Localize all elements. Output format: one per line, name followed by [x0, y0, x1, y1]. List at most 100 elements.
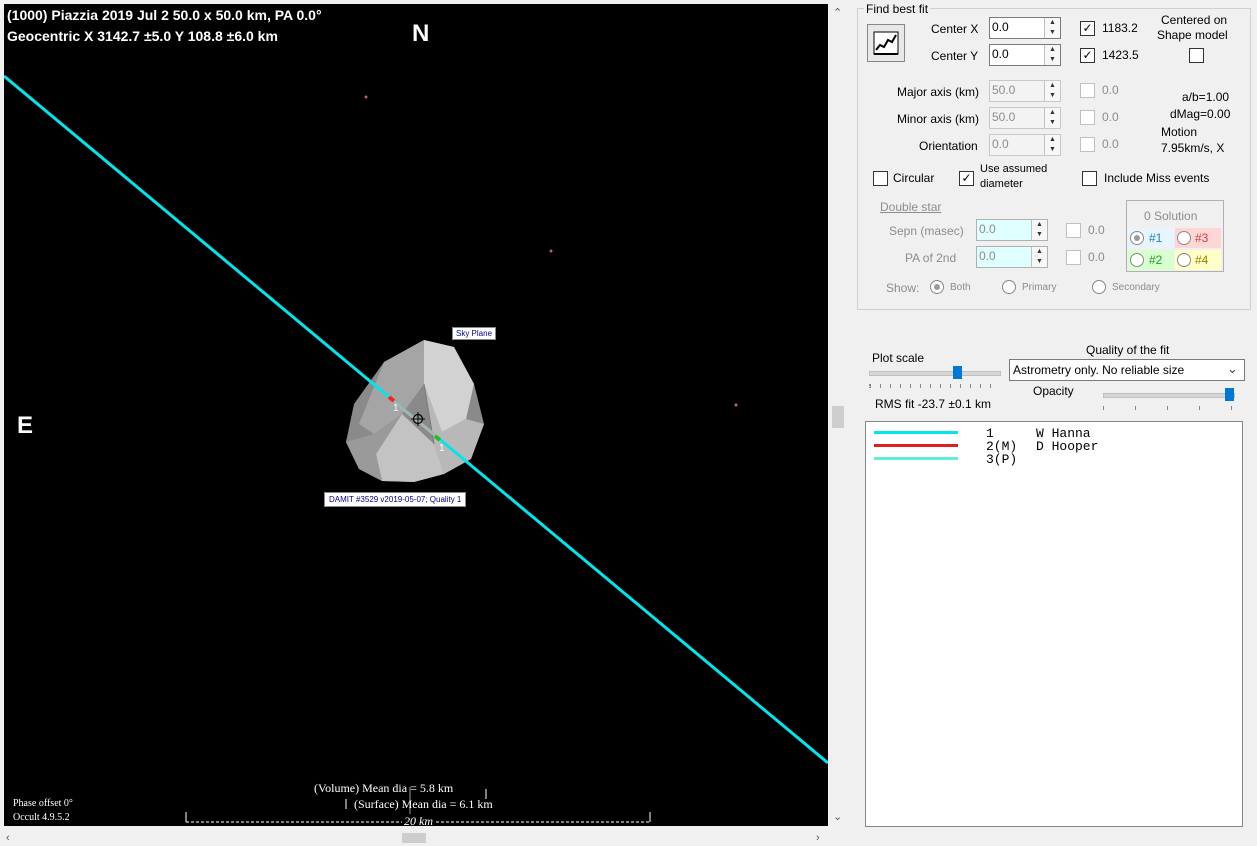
- chord-number-label: 1: [439, 443, 445, 454]
- orientation-label: Orientation: [919, 139, 978, 153]
- quality-fit-value: Astrometry only. No reliable size: [1013, 363, 1185, 377]
- damit-model-label: DAMIT #3529 v2019-05-07; Quality 1: [324, 492, 467, 507]
- show-primary-label: Primary: [1022, 282, 1057, 293]
- plot-vertical-scrollbar[interactable]: ⌃ ⌄: [828, 4, 848, 826]
- scale-bar-label: 20 km: [402, 814, 435, 826]
- sepn-checkbox[interactable]: [1066, 223, 1081, 238]
- solution-3-cell[interactable]: #3: [1175, 228, 1221, 248]
- use-assumed-diameter-checkbox[interactable]: ✓: [959, 171, 974, 186]
- solution-2-cell[interactable]: #2: [1128, 250, 1174, 270]
- quality-fit-dropdown[interactable]: Astrometry only. No reliable size ⌄: [1009, 359, 1245, 381]
- scroll-up-icon[interactable]: ⌃: [833, 6, 842, 20]
- rms-fit: RMS fit -23.7 ±0.1 km: [875, 397, 991, 411]
- legend-color-swatch: [874, 431, 958, 434]
- center-x-input[interactable]: 0.0 ▲ ▼: [989, 17, 1061, 39]
- observer-legend-list[interactable]: 1W Hanna 2(M) D Hooper 3(P): [865, 421, 1243, 827]
- major-axis-input[interactable]: 50.0 ▲ ▼: [989, 80, 1061, 102]
- occult-version: Occult 4.9.5.2: [13, 812, 70, 823]
- plot-scale-label: Plot scale: [872, 351, 925, 365]
- minor-axis-input[interactable]: 50.0 ▲ ▼: [989, 107, 1061, 129]
- fit-control-panel: Find best fit Center X 0.0 ▲ ▼ Center Y 0…: [849, 0, 1257, 846]
- orientation-checkbox[interactable]: [1080, 137, 1095, 152]
- surface-mean-dia: (Surface) Mean dia = 6.1 km: [354, 797, 493, 811]
- motion-value: 7.95km/s, X: [1161, 141, 1225, 155]
- center-y-checkbox[interactable]: ✓: [1080, 48, 1095, 63]
- show-secondary-radio[interactable]: [1092, 280, 1106, 294]
- chord-number-label: 1: [393, 403, 399, 414]
- fit-chart-icon: [873, 31, 899, 55]
- sepn-input[interactable]: 0.0 ▲ ▼: [976, 219, 1048, 241]
- center-x-checkbox[interactable]: ✓: [1080, 21, 1095, 36]
- solution-4-cell[interactable]: #4: [1175, 250, 1221, 270]
- scroll-down-icon[interactable]: ⌄: [833, 810, 842, 824]
- pa-second-input[interactable]: 0.0 ▲ ▼: [976, 246, 1048, 268]
- slider-thumb[interactable]: [953, 366, 962, 379]
- solution-3-label: #3: [1195, 231, 1209, 245]
- orientation-check-value: 0.0: [1102, 137, 1119, 151]
- plot-scale-slider[interactable]: [869, 366, 1001, 390]
- legend-color-swatch: [874, 444, 958, 447]
- star-dot: [364, 95, 368, 99]
- solution-1-radio[interactable]: [1130, 231, 1144, 245]
- legend-row: 2(M) D Hooper: [866, 440, 1236, 453]
- pa-second-checkbox[interactable]: [1066, 250, 1081, 265]
- solution-2-radio[interactable]: [1130, 253, 1144, 267]
- minor-axis-label: Minor axis (km): [897, 112, 980, 126]
- sepn-check-value: 0.0: [1088, 223, 1105, 237]
- solution-title: 0 Solution: [1144, 209, 1198, 223]
- ab-ratio: a/b=1.00: [1182, 90, 1230, 104]
- minor-axis-check-value: 0.0: [1102, 110, 1119, 124]
- volume-mean-dia: (Volume) Mean dia = 5.8 km: [314, 781, 454, 795]
- include-miss-events-checkbox[interactable]: [1082, 171, 1097, 186]
- plot-horizontal-scrollbar[interactable]: ‹ ›: [0, 830, 848, 846]
- phase-offset: Phase offset 0°: [13, 798, 73, 809]
- major-axis-label: Major axis (km): [897, 85, 980, 99]
- chevron-down-icon: ⌄: [1227, 361, 1238, 376]
- orientation-input[interactable]: 0.0 ▲ ▼: [989, 134, 1061, 156]
- motion-label: Motion: [1161, 125, 1198, 139]
- use-assumed-label-1: Use assumed: [980, 163, 1048, 175]
- solution-2-label: #2: [1149, 253, 1163, 267]
- legend-observer-name: D Hooper: [1036, 439, 1099, 454]
- major-axis-check-value: 0.0: [1102, 83, 1119, 97]
- solution-3-radio[interactable]: [1177, 231, 1191, 245]
- solution-1-cell[interactable]: #1: [1128, 228, 1174, 248]
- show-both-radio[interactable]: [930, 280, 944, 294]
- use-assumed-label-2: diameter: [980, 178, 1023, 190]
- show-primary-radio[interactable]: [1002, 280, 1016, 294]
- center-x-label: Center X: [931, 22, 979, 36]
- dmag-value: dMag=0.00: [1170, 107, 1231, 121]
- scroll-thumb[interactable]: [402, 833, 426, 843]
- plot-canvas[interactable]: (1000) Piazzia 2019 Jul 2 50.0 x 50.0 km…: [4, 4, 828, 826]
- slider-thumb[interactable]: [1225, 388, 1234, 401]
- centered-on-label: Centered on: [1161, 13, 1228, 27]
- plot-graphics: [4, 74, 828, 823]
- opacity-label: Opacity: [1033, 384, 1074, 398]
- find-best-fit-title: Find best fit: [864, 2, 931, 16]
- major-axis-checkbox[interactable]: [1080, 83, 1095, 98]
- center-y-label: Center Y: [931, 49, 979, 63]
- show-label: Show:: [886, 281, 920, 295]
- solution-1-label: #1: [1149, 231, 1163, 245]
- plot-title-line1: (1000) Piazzia 2019 Jul 2 50.0 x 50.0 km…: [7, 7, 322, 23]
- scroll-left-icon[interactable]: ‹: [6, 831, 10, 845]
- include-miss-events-label: Include Miss events: [1104, 171, 1210, 185]
- minor-axis-checkbox[interactable]: [1080, 110, 1095, 125]
- quality-fit-title: Quality of the fit: [1086, 343, 1170, 357]
- legend-row: 3(P): [866, 453, 1236, 466]
- pa-second-check-value: 0.0: [1088, 250, 1105, 264]
- opacity-slider[interactable]: [1103, 388, 1235, 412]
- legend-chord-number: 3(P): [986, 452, 1018, 467]
- solution-4-label: #4: [1195, 253, 1209, 267]
- scroll-thumb[interactable]: [832, 406, 844, 428]
- circular-checkbox[interactable]: [873, 171, 888, 186]
- pa-second-label: PA of 2nd: [905, 251, 957, 265]
- north-label: N: [412, 20, 430, 47]
- center-x-check-value: 1183.2: [1102, 21, 1138, 35]
- scroll-right-icon[interactable]: ›: [816, 831, 820, 845]
- center-y-input[interactable]: 0.0 ▲ ▼: [989, 44, 1061, 66]
- circular-label: Circular: [893, 171, 935, 185]
- shape-model-checkbox[interactable]: [1189, 48, 1204, 63]
- solution-4-radio[interactable]: [1177, 253, 1191, 267]
- fit-button[interactable]: [867, 24, 905, 62]
